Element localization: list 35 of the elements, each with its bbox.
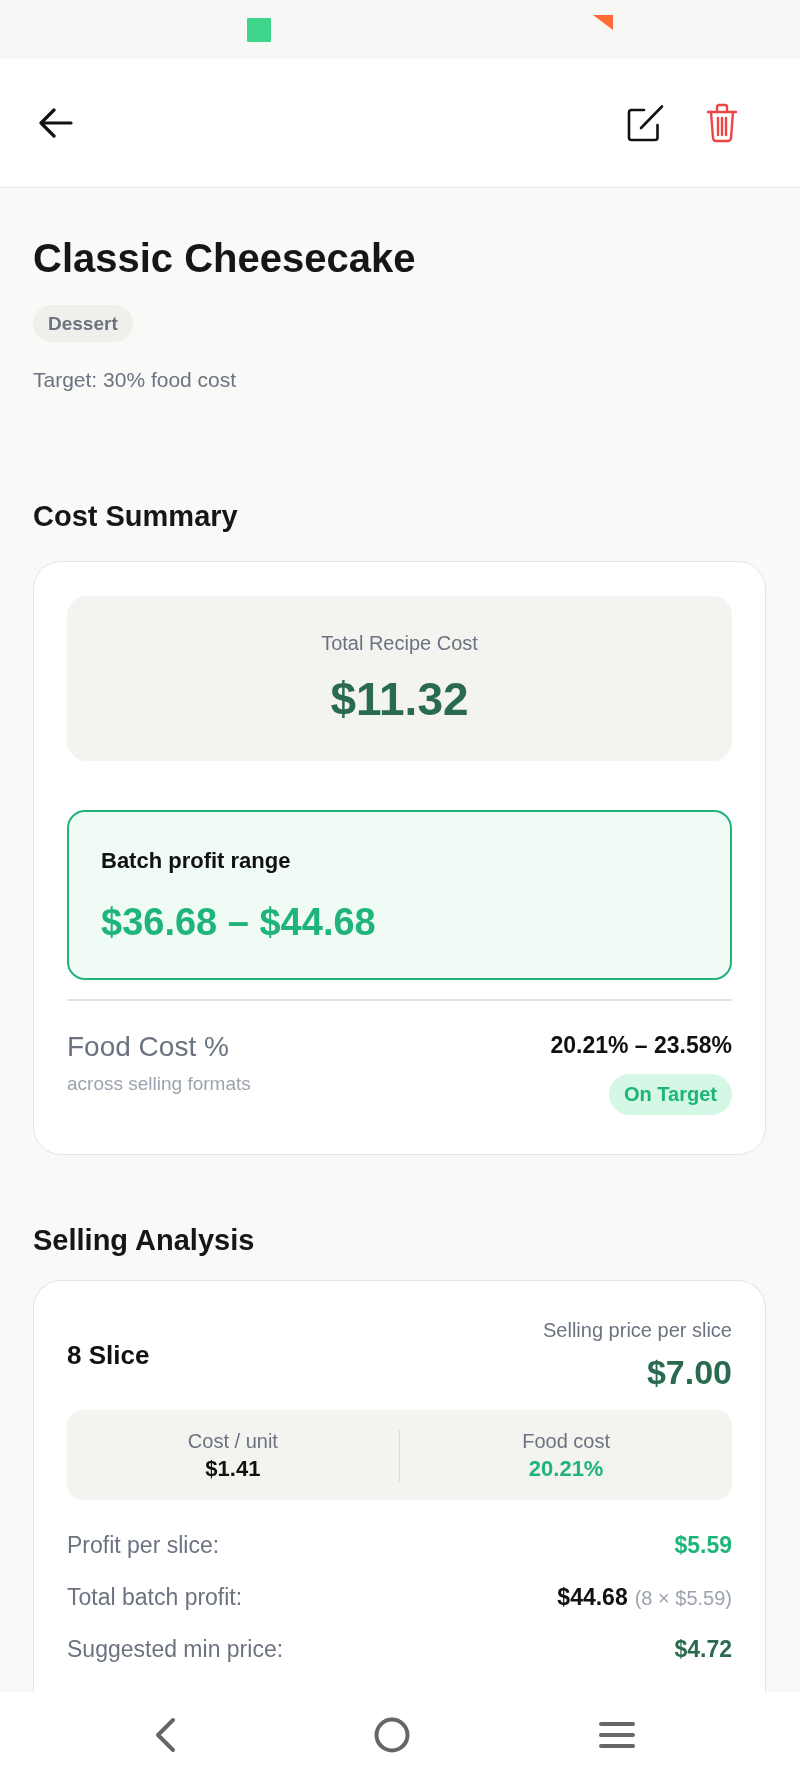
- food-cost-range: 20.21% – 23.58%: [550, 1030, 732, 1060]
- edit-icon[interactable]: [627, 104, 664, 142]
- stat-value: $1.41: [204, 1454, 262, 1483]
- row-value: $4.72: [674, 1634, 732, 1664]
- food-cost-sublabel: across selling formats: [67, 1071, 251, 1096]
- section-heading: Cost Summary: [33, 499, 239, 534]
- row-label: Profit per slice:: [67, 1530, 220, 1560]
- menu-icon[interactable]: [599, 1721, 635, 1749]
- row-value: $5.59: [674, 1530, 732, 1560]
- target-text: Target: 30% food cost: [33, 367, 238, 393]
- stat-value: 20.21%: [527, 1454, 605, 1483]
- stat-label: Food cost: [521, 1428, 612, 1453]
- row-label: Suggested min price:: [67, 1634, 284, 1664]
- trash-icon[interactable]: [706, 103, 738, 143]
- price-value: $7.00: [646, 1351, 732, 1392]
- format-name: 8 Slice: [67, 1338, 150, 1371]
- total-cost-label: Total Recipe Cost: [320, 631, 479, 655]
- arrow-left-icon[interactable]: [39, 108, 73, 138]
- profit-range-label: Batch profit range: [101, 847, 292, 875]
- circle-icon[interactable]: [374, 1717, 410, 1753]
- square-icon: [247, 17, 271, 42]
- row-note: (8 × $5.59): [634, 1585, 732, 1611]
- category-tag: Dessert: [33, 305, 133, 342]
- row-value: $44.68: [557, 1582, 628, 1612]
- recipe-title: Classic Cheesecake: [33, 235, 417, 282]
- price-label: Selling price per slice: [543, 1317, 732, 1342]
- stat-label: Cost / unit: [186, 1428, 279, 1453]
- total-cost-value: $11.32: [329, 672, 470, 726]
- status-badge: On Target: [609, 1073, 732, 1115]
- section-heading: Selling Analysis: [33, 1222, 256, 1258]
- chevron-left-icon[interactable]: [154, 1717, 176, 1753]
- food-cost-label: Food Cost %: [67, 1029, 230, 1064]
- triangle-icon: [593, 15, 613, 30]
- row-label: Total batch profit:: [67, 1582, 243, 1612]
- profit-range-value: $36.68 – $44.68: [101, 900, 377, 945]
